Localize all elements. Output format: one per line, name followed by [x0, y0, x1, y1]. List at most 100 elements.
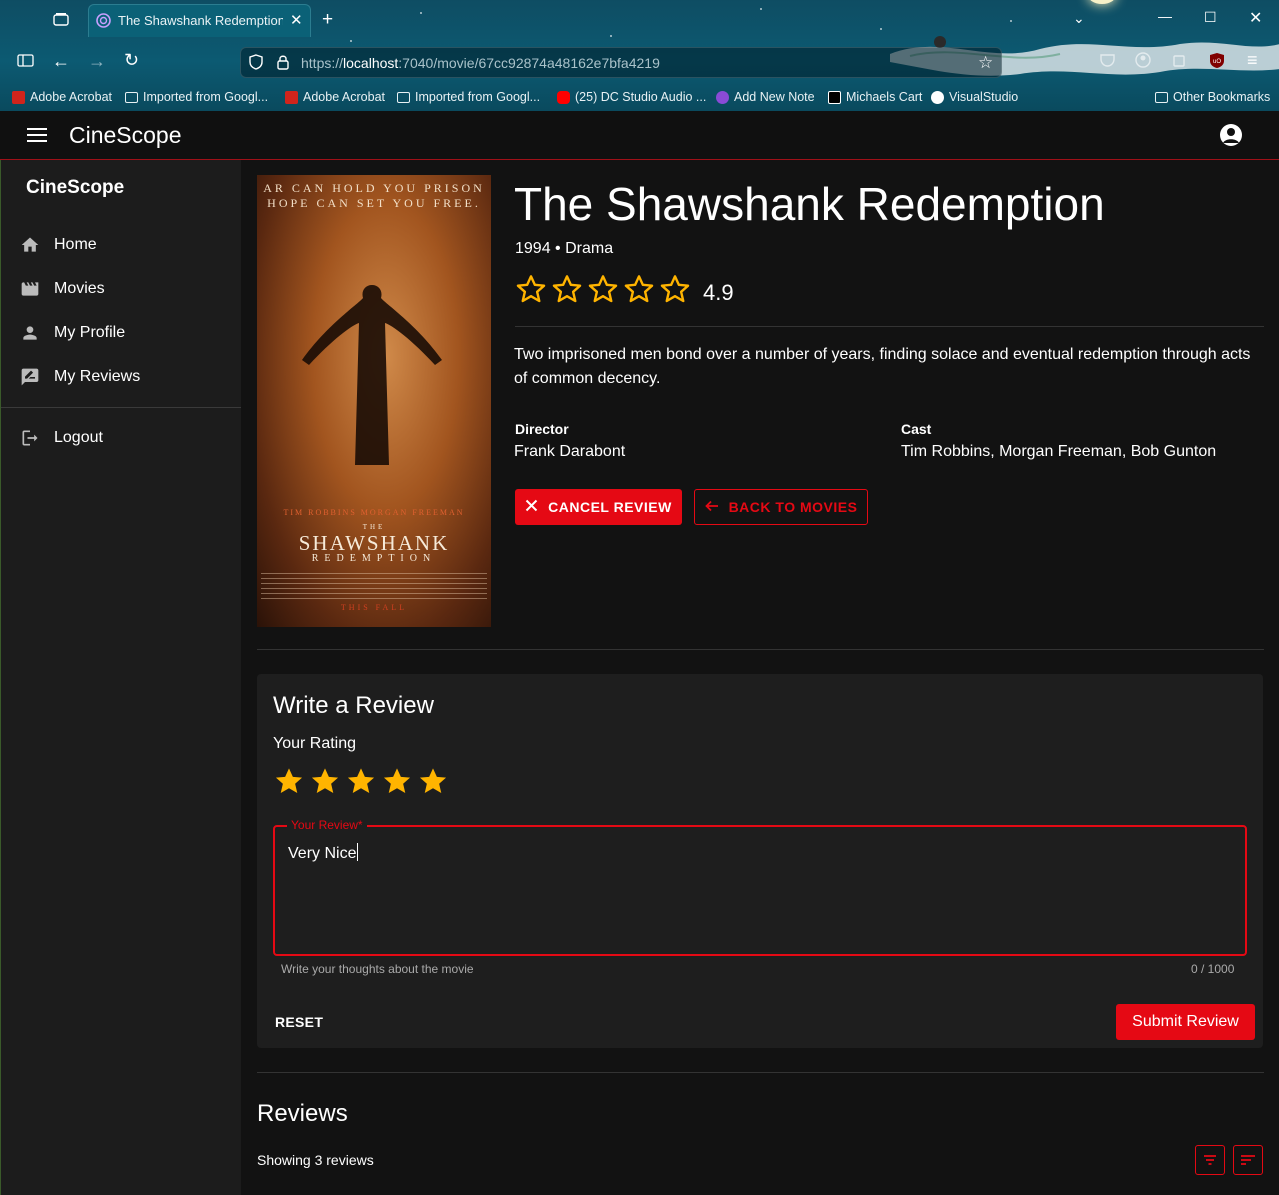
bookmark-star-icon[interactable]: ☆ [978, 53, 993, 73]
url-scheme: https:// [301, 55, 344, 71]
director-label: Director [515, 421, 569, 437]
star-outline-icon [660, 275, 690, 303]
bookmark-label: Adobe Acrobat [30, 90, 113, 104]
bg-star [760, 8, 762, 10]
star-outline-icon [552, 275, 582, 303]
forward-icon[interactable]: → [88, 51, 106, 72]
bg-star [420, 12, 422, 14]
rating-star-icon[interactable] [345, 765, 377, 797]
back-to-movies-button[interactable]: BACK TO MOVIES [694, 489, 868, 525]
sidebar-toggle-icon[interactable] [17, 54, 34, 70]
sidebar-item-logout[interactable]: Logout [1, 416, 241, 460]
tab-list-chevron-icon[interactable]: ⌄ [1073, 10, 1085, 27]
sidebar-item-reviews[interactable]: My Reviews [1, 355, 241, 399]
write-review-title: Write a Review [273, 692, 434, 719]
sidebar-item-label: Movies [54, 280, 105, 297]
rating-star-icon[interactable] [273, 765, 305, 797]
bookmark-item[interactable]: (25) DC Studio Audio ... [557, 89, 706, 105]
cast-label: Cast [901, 421, 932, 437]
rating-star-icon[interactable] [381, 765, 413, 797]
account-circle-icon[interactable] [1220, 124, 1242, 146]
folder-icon [1155, 91, 1168, 103]
folder-icon [397, 91, 410, 103]
movie-rating-value: 4.9 [703, 280, 734, 305]
extensions-icon[interactable] [1172, 52, 1187, 70]
rating-star-icon[interactable] [309, 765, 341, 797]
divider [257, 649, 1264, 650]
sidebar-item-movies[interactable]: Movies [1, 267, 241, 311]
close-icon [525, 499, 538, 515]
reload-icon[interactable]: ↻ [124, 50, 139, 71]
star-outline-icon [588, 275, 618, 303]
sidebar-title: CineScope [26, 177, 125, 198]
minimize-icon[interactable]: — [1158, 8, 1172, 24]
new-tab-icon[interactable]: + [322, 9, 333, 31]
tab-favicon-icon [96, 13, 111, 31]
tab-title: The Shawshank Redemption - C [118, 13, 283, 28]
pocket-icon[interactable] [1100, 53, 1115, 70]
sort-button[interactable] [1233, 1145, 1263, 1175]
app-menu-icon[interactable]: ≡ [1247, 50, 1258, 71]
reviews-count: Showing 3 reviews [257, 1152, 374, 1168]
ublock-icon[interactable]: uO [1209, 52, 1225, 72]
sidebar-item-home[interactable]: Home [1, 223, 241, 267]
review-helper-text: Write your thoughts about the movie [281, 962, 474, 976]
rating-star-icon[interactable] [417, 765, 449, 797]
account-icon[interactable] [1135, 52, 1151, 71]
bookmark-label: Imported from Googl... [143, 90, 269, 104]
address-bar[interactable]: https://localhost:7040/movie/67cc92874a4… [240, 47, 1002, 78]
tab-active[interactable]: The Shawshank Redemption - C ✕ [88, 4, 311, 37]
bookmark-item[interactable]: Add New Note [716, 89, 815, 105]
cast-value: Tim Robbins, Morgan Freeman, Bob Gunton [901, 443, 1217, 460]
youtube-icon [557, 90, 570, 104]
app-brand[interactable]: CineScope [69, 122, 182, 149]
star-outline-icon [516, 275, 546, 303]
sidebar-item-profile[interactable]: My Profile [1, 311, 241, 355]
person-icon [20, 323, 40, 343]
lock-icon[interactable] [277, 54, 289, 73]
bookmark-item[interactable]: Adobe Acrobat [285, 89, 385, 105]
back-icon[interactable]: ← [52, 51, 70, 72]
bookmark-folder[interactable]: Imported from Googl... [397, 89, 540, 105]
bookmark-item[interactable]: Michaels Cart [828, 89, 922, 105]
sidebar: CineScope Home Movies My Profile My Revi… [0, 160, 242, 1195]
shield-icon[interactable] [249, 54, 263, 73]
director-value: Frank Darabont [514, 443, 626, 460]
review-text-value[interactable]: Very Nice [288, 843, 359, 863]
maximize-icon[interactable]: ☐ [1204, 9, 1217, 26]
svg-text:uO: uO [1213, 59, 1221, 65]
github-icon [931, 90, 944, 104]
filter-button[interactable] [1195, 1145, 1225, 1175]
movie-title: The Shawshank Redemption [514, 178, 1105, 230]
submit-review-button[interactable]: Submit Review [1116, 1004, 1255, 1040]
bookmark-label: (25) DC Studio Audio ... [575, 90, 707, 104]
url-host: localhost [343, 55, 399, 71]
poster-the: THE [362, 523, 386, 531]
home-icon [20, 235, 40, 255]
divider [257, 1072, 1264, 1073]
review-char-counter: 0 / 1000 [1191, 962, 1235, 976]
write-review-card: Write a Review Your Rating Your Review* … [257, 674, 1263, 1048]
url-text[interactable]: https://localhost:7040/movie/67cc92874a4… [301, 55, 660, 71]
bookmark-label: Imported from Googl... [415, 90, 541, 104]
bookmark-item[interactable]: Adobe Acrobat [12, 89, 112, 105]
cancel-review-button[interactable]: CANCEL REVIEW [515, 489, 682, 525]
bookmark-item[interactable]: VisualStudio [931, 89, 1018, 105]
onenote-icon [716, 90, 729, 104]
tab-overview-icon[interactable] [53, 12, 69, 29]
hamburger-menu-icon[interactable] [27, 128, 47, 142]
rating-input[interactable] [273, 765, 449, 797]
bookmark-label: Add New Note [734, 90, 815, 104]
reviews-title: Reviews [257, 1100, 348, 1127]
reset-button[interactable]: RESET [275, 1014, 323, 1030]
bookmark-label: Adobe Acrobat [303, 90, 386, 104]
bookmark-label: VisualStudio [949, 90, 1019, 104]
folder-icon [125, 91, 138, 103]
other-bookmarks[interactable]: Other Bookmarks [1155, 89, 1270, 105]
bookmark-folder[interactable]: Imported from Googl... [125, 89, 268, 105]
review-textarea[interactable]: Your Review* Very Nice [273, 818, 1247, 956]
close-window-icon[interactable]: ✕ [1249, 8, 1262, 28]
bookmark-label: Michaels Cart [846, 90, 923, 104]
close-tab-icon[interactable]: ✕ [290, 11, 303, 29]
sidebar-item-label: My Profile [54, 324, 126, 341]
